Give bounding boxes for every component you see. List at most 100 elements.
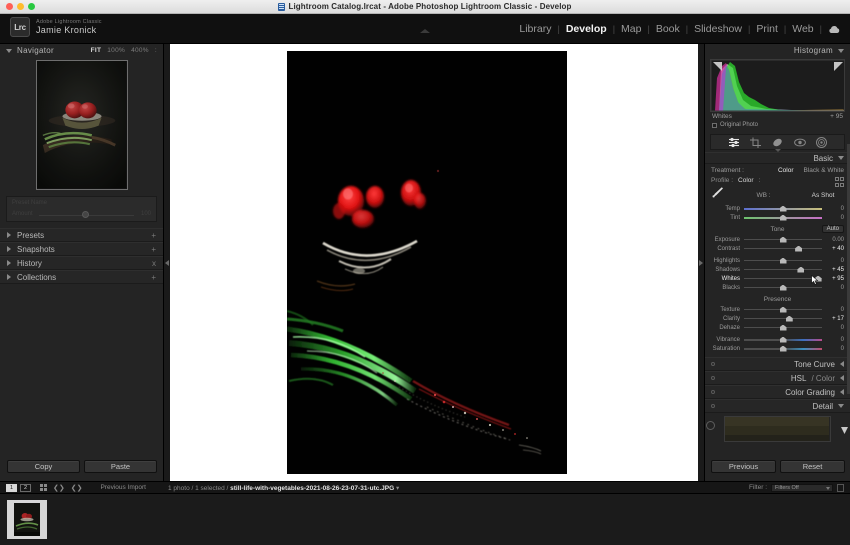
filename-dropdown-icon[interactable]: ▾ bbox=[394, 485, 399, 492]
highlights-knob[interactable] bbox=[779, 257, 787, 264]
slider-exposure[interactable]: Exposure 0.00 bbox=[711, 235, 844, 244]
reset-button[interactable]: Reset bbox=[780, 460, 845, 473]
module-book[interactable]: Book bbox=[650, 23, 686, 35]
auto-tone-button[interactable]: Auto bbox=[821, 225, 844, 233]
tint-track[interactable] bbox=[744, 213, 822, 222]
navigator-header[interactable]: Navigator FIT 100% 400% : bbox=[0, 44, 163, 57]
add-collection-icon[interactable]: + bbox=[151, 273, 156, 282]
slider-tint[interactable]: Tint 0 bbox=[711, 213, 844, 222]
filmstrip-filter[interactable]: Filter : Filters Off bbox=[749, 483, 844, 492]
whites-track[interactable] bbox=[744, 274, 822, 285]
profile-more-icon[interactable]: : bbox=[759, 177, 761, 184]
detail-preview-thumbnail[interactable] bbox=[724, 416, 831, 442]
sidebar-item-history[interactable]: History x bbox=[0, 256, 163, 270]
treatment-color-option[interactable]: Color bbox=[778, 167, 794, 174]
paste-button[interactable]: Paste bbox=[84, 460, 157, 473]
panel-collapse-caret[interactable] bbox=[420, 29, 430, 33]
white-balance-selector-icon[interactable] bbox=[711, 186, 725, 204]
highlights-track[interactable] bbox=[744, 256, 822, 265]
module-library[interactable]: Library bbox=[513, 23, 557, 35]
module-slideshow[interactable]: Slideshow bbox=[688, 23, 748, 35]
chevron-left-icon[interactable] bbox=[840, 389, 844, 395]
treatment-row[interactable]: Treatment : Color Black & White bbox=[711, 167, 844, 174]
panel-tone-curve[interactable]: Tone Curve bbox=[705, 357, 850, 371]
temp-knob[interactable] bbox=[779, 205, 787, 212]
chevron-down-icon[interactable] bbox=[838, 48, 844, 53]
blacks-track[interactable] bbox=[744, 283, 822, 292]
module-develop[interactable]: Develop bbox=[560, 23, 613, 35]
vibrance-knob[interactable] bbox=[779, 336, 787, 343]
chevron-down-icon[interactable] bbox=[838, 404, 844, 408]
vibrance-track[interactable] bbox=[744, 335, 822, 344]
panel-detail[interactable]: Detail bbox=[705, 399, 850, 413]
exposure-track[interactable] bbox=[744, 235, 822, 244]
sidebar-item-snapshots[interactable]: Snapshots + bbox=[0, 242, 163, 256]
navigator-zoom-levels[interactable]: FIT 100% 400% : bbox=[91, 47, 157, 54]
slider-dehaze[interactable]: Dehaze 0 bbox=[711, 323, 844, 332]
detail-switch[interactable] bbox=[711, 404, 715, 408]
contrast-track[interactable] bbox=[744, 244, 822, 253]
basic-panel-header[interactable]: Basic bbox=[705, 152, 850, 164]
detail-zoom-icon[interactable] bbox=[841, 421, 848, 439]
slider-highlights[interactable]: Highlights 0 bbox=[711, 256, 844, 265]
clear-history-icon[interactable]: x bbox=[152, 259, 156, 268]
slider-saturation[interactable]: Saturation 0 bbox=[711, 344, 844, 353]
grid-view-icon[interactable] bbox=[40, 484, 47, 491]
tone-curve-switch[interactable] bbox=[711, 362, 715, 366]
copy-button[interactable]: Copy bbox=[7, 460, 80, 473]
preset-amount-knob[interactable] bbox=[81, 211, 89, 218]
exposure-knob[interactable] bbox=[779, 236, 787, 243]
slider-whites[interactable]: Whites + 95 bbox=[711, 274, 844, 285]
add-snapshot-icon[interactable]: + bbox=[151, 245, 156, 254]
filmstrip-page-badges[interactable]: 1 2 bbox=[6, 483, 31, 492]
previous-button[interactable]: Previous bbox=[711, 460, 776, 473]
navigator-preview[interactable] bbox=[35, 60, 128, 190]
chevron-down-icon[interactable] bbox=[6, 48, 12, 53]
red-eye-icon[interactable] bbox=[793, 136, 806, 148]
shadows-knob[interactable] bbox=[797, 266, 805, 273]
white-balance-value[interactable]: As Shot bbox=[802, 192, 844, 199]
module-web[interactable]: Web bbox=[786, 23, 819, 35]
zoom-more-icon[interactable]: : bbox=[155, 47, 157, 54]
chevron-right-icon[interactable] bbox=[7, 260, 11, 266]
original-photo-checkbox[interactable] bbox=[712, 122, 717, 128]
filmstrip-page-1[interactable]: 1 bbox=[6, 483, 17, 492]
clarity-track[interactable] bbox=[744, 314, 822, 323]
left-panel-collapse-handle[interactable] bbox=[164, 44, 170, 481]
histogram-graph[interactable] bbox=[710, 59, 845, 112]
spot-removal-icon[interactable] bbox=[771, 136, 784, 148]
develop-tool-strip[interactable] bbox=[710, 134, 845, 150]
adjustment-brush-icon[interactable] bbox=[727, 136, 740, 148]
texture-knob[interactable] bbox=[779, 306, 787, 313]
blacks-knob[interactable] bbox=[779, 284, 787, 291]
dehaze-track[interactable] bbox=[744, 323, 822, 332]
sidebar-item-presets[interactable]: Presets + bbox=[0, 228, 163, 242]
current-filename[interactable]: still-life-with-vegetables-2021-08-26-23… bbox=[230, 485, 394, 492]
histogram-header[interactable]: Histogram bbox=[705, 44, 850, 57]
chevron-right-icon[interactable] bbox=[7, 274, 11, 280]
zoom-400[interactable]: 400% bbox=[131, 47, 149, 54]
panel-color-grading[interactable]: Color Grading bbox=[705, 385, 850, 399]
radial-gradient-icon[interactable] bbox=[815, 136, 828, 148]
shadows-track[interactable] bbox=[744, 265, 822, 274]
filmstrip-item[interactable] bbox=[7, 500, 47, 539]
slider-shadows[interactable]: Shadows + 45 bbox=[711, 265, 844, 274]
white-balance-row[interactable]: WB : As Shot bbox=[711, 186, 844, 204]
hsl-switch[interactable] bbox=[711, 376, 715, 380]
develop-preview-photo[interactable] bbox=[287, 51, 567, 474]
add-preset-icon[interactable]: + bbox=[151, 231, 156, 240]
chevron-left-icon[interactable] bbox=[840, 375, 844, 381]
filmstrip-back-icon[interactable]: ❮❯ bbox=[53, 484, 65, 492]
chevron-right-icon[interactable] bbox=[7, 246, 11, 252]
original-photo-row[interactable]: Original Photo bbox=[705, 120, 850, 128]
module-picker[interactable]: Library | Develop | Map | Book | Slidesh… bbox=[513, 14, 842, 44]
texture-track[interactable] bbox=[744, 305, 822, 314]
saturation-knob[interactable] bbox=[779, 345, 787, 352]
chevron-left-icon[interactable] bbox=[840, 361, 844, 367]
filmstrip-source-label[interactable]: Previous Import bbox=[100, 484, 146, 491]
sidebar-item-collections[interactable]: Collections + bbox=[0, 270, 163, 284]
chevron-right-icon[interactable] bbox=[7, 232, 11, 238]
chevron-down-icon[interactable] bbox=[838, 156, 844, 160]
slider-vibrance[interactable]: Vibrance 0 bbox=[711, 335, 844, 344]
crop-overlay-icon[interactable] bbox=[749, 136, 762, 148]
